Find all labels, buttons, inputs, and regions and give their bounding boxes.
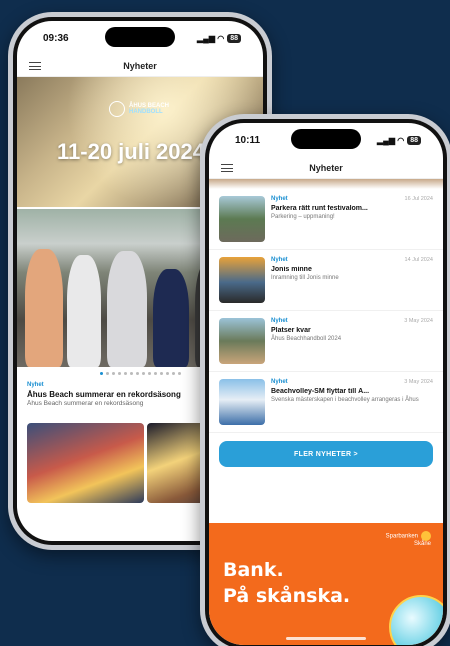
news-date: 3 May 2024: [404, 379, 433, 385]
list-item[interactable]: Nyhet 3 May 2024 Platser kvar Åhus Beachh…: [209, 311, 443, 372]
menu-icon[interactable]: [29, 62, 41, 70]
news-list: Nyhet 16 Jul 2024 Parkera rätt runt festi…: [209, 189, 443, 433]
news-tag: Nyhet: [271, 196, 288, 202]
news-subtitle: Svenska mästerskapen i beachvolley arran…: [271, 397, 419, 403]
ad-banner[interactable]: Sparbanken Skåne Bank. På skånska.: [209, 523, 443, 645]
sun-logo-icon: [421, 531, 431, 541]
list-item-image: [219, 379, 265, 425]
scrolled-item-edge: [209, 179, 443, 189]
list-item[interactable]: Nyhet 3 May 2024 Beachvolley-SM flyttar t…: [209, 372, 443, 433]
ad-headline-1: Bank.: [223, 559, 284, 581]
more-news-button[interactable]: FLER NYHETER >: [219, 441, 433, 467]
status-time: 10:11: [235, 134, 261, 146]
list-item-image: [219, 318, 265, 364]
carousel-dot[interactable]: [141, 372, 145, 375]
menu-icon[interactable]: [221, 164, 233, 172]
news-date: 16 Jul 2024: [404, 196, 433, 202]
carousel-dot[interactable]: [159, 372, 163, 375]
carousel-dot[interactable]: [129, 372, 133, 375]
status-bar: 10:11 ▂▄▆ ◠ 88: [209, 123, 443, 157]
carousel-dot[interactable]: [111, 372, 115, 375]
news-title: Parkera rätt runt festivalom...: [271, 205, 368, 212]
dynamic-island: [291, 129, 361, 149]
signal-wifi-icons: ▂▄▆ ◠ 88: [197, 33, 241, 43]
news-title: Platser kvar: [271, 327, 311, 334]
news-tag: Nyhet: [271, 318, 288, 324]
phone-right-screen: 10:11 ▂▄▆ ◠ 88 Nyheter Nyhet 16 Jul 2024 …: [209, 123, 443, 645]
news-title: Beachvolley-SM flyttar till Å...: [271, 388, 370, 395]
page-title: Nyheter: [123, 60, 157, 71]
carousel-dot[interactable]: [117, 372, 121, 375]
carousel-dot[interactable]: [153, 372, 157, 375]
page-title: Nyheter: [309, 162, 343, 173]
carousel-dot[interactable]: [123, 372, 127, 375]
carousel-dot[interactable]: [105, 372, 109, 375]
photo-figure: [153, 269, 189, 367]
photo-figure: [107, 251, 147, 367]
event-date: 11-20 juli 2024: [57, 139, 205, 164]
news-subtitle: Inramning till Jonis minne: [271, 275, 339, 281]
logo-text-2: HANDBOLL: [129, 109, 163, 115]
status-time: 09:36: [43, 32, 69, 44]
carousel-dot[interactable]: [165, 372, 169, 375]
carousel-dot[interactable]: [147, 372, 151, 375]
nav-bar: Nyheter: [17, 55, 263, 77]
status-bar: 09:36 ▂▄▆ ◠ 88: [17, 21, 263, 55]
news-date: 3 May 2024: [404, 318, 433, 324]
list-item-image: [219, 196, 265, 242]
carousel-dot[interactable]: [99, 372, 103, 375]
news-tag: Nyhet: [271, 379, 288, 385]
list-item[interactable]: Nyhet 16 Jul 2024 Parkera rätt runt festi…: [209, 189, 443, 250]
photo-figure: [67, 255, 101, 367]
gallery-thumb[interactable]: [27, 423, 144, 503]
carousel-dot[interactable]: [177, 372, 181, 375]
news-subtitle: Åhus Beachhandboll 2024: [271, 336, 342, 342]
list-item[interactable]: Nyhet 14 Jul 2024 Jonis minne Inramning t…: [209, 250, 443, 311]
photo-figure: [25, 249, 63, 367]
news-tag: Nyhet: [271, 257, 288, 263]
nav-bar: Nyheter: [209, 157, 443, 179]
ad-brand-name: Sparbanken: [385, 533, 418, 540]
news-title: Jonis minne: [271, 266, 312, 273]
news-date: 14 Jul 2024: [404, 257, 433, 263]
dynamic-island: [105, 27, 175, 47]
ad-brand-region: Skåne: [413, 541, 431, 547]
phone-right: 10:11 ▂▄▆ ◠ 88 Nyheter Nyhet 16 Jul 2024 …: [200, 114, 450, 646]
beach-ball-icon: [389, 595, 443, 645]
event-logo: ÅHUS BEACH HANDBOLL: [109, 101, 169, 117]
home-indicator[interactable]: [286, 637, 366, 640]
news-subtitle: Parkering – uppmaning!: [271, 214, 335, 220]
ad-headline-2: På skånska.: [223, 585, 351, 607]
logo-circle-icon: [109, 101, 125, 117]
carousel-dot[interactable]: [171, 372, 175, 375]
carousel-dot[interactable]: [135, 372, 139, 375]
battery-icon: 88: [227, 33, 241, 43]
signal-wifi-icons: ▂▄▆ ◠ 88: [377, 135, 421, 145]
ad-brand: Sparbanken Skåne: [386, 531, 431, 548]
list-item-image: [219, 257, 265, 303]
battery-icon: 88: [407, 135, 421, 145]
